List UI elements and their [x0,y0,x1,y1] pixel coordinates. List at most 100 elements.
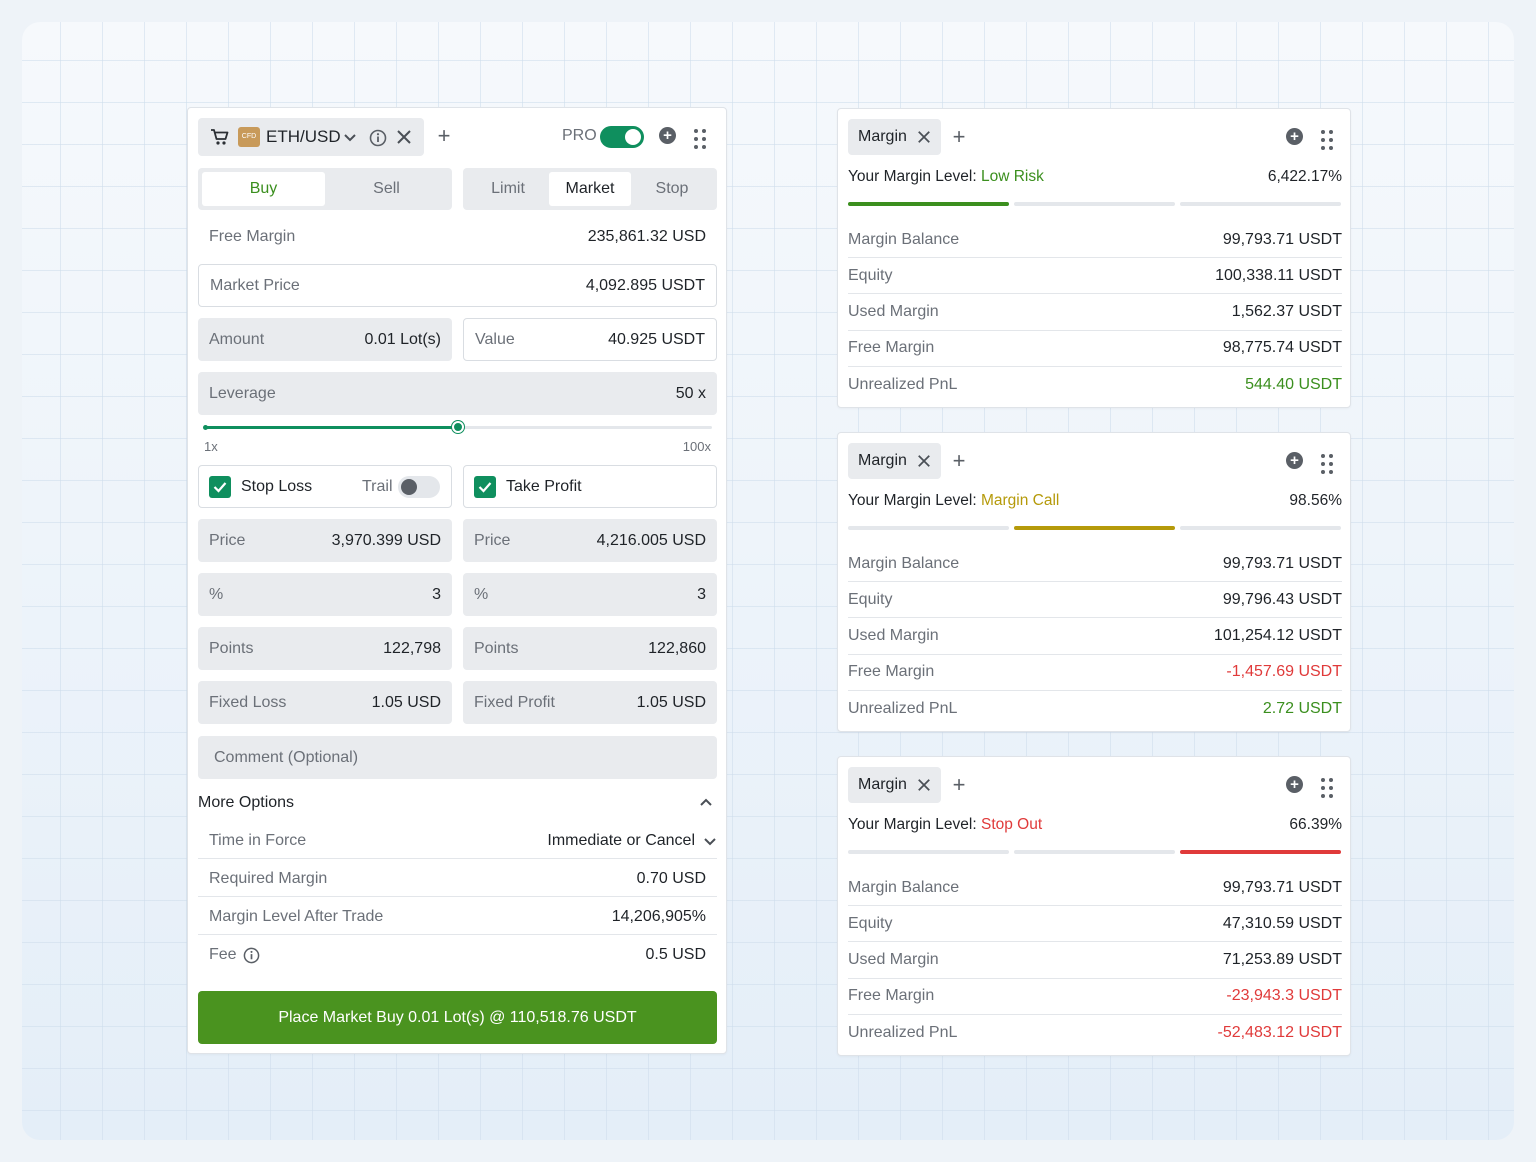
take-profit-toggle-row: Take Profit [463,465,717,508]
close-icon[interactable] [917,454,931,468]
chevron-up-icon[interactable] [699,794,713,812]
margin-level-row: Your Margin Level: Stop Out 66.39% [848,816,1342,834]
tab-sell[interactable]: Sell [325,172,448,206]
order-panel: CFD ETH/USD + PRO + Buy Sell Limit Marke… [187,107,727,1054]
close-icon[interactable] [917,130,931,144]
margin-level-bar-segment [1180,202,1341,206]
tab-stop[interactable]: Stop [631,172,713,206]
margin-stat-row: Free Margin -1,457.69 USDT [848,655,1342,691]
tab-market[interactable]: Market [549,172,631,206]
comment-input[interactable]: Comment (Optional) [198,736,717,779]
stop-loss-percent-label: % [209,585,224,603]
add-widget-icon[interactable]: + [1286,128,1303,145]
drag-handle-icon[interactable] [694,129,706,149]
fixed-loss-field[interactable]: Fixed Loss 1.05 USD [198,681,452,724]
margin-level-row: Your Margin Level: Low Risk 6,422.17% [848,168,1342,186]
place-order-button[interactable]: Place Market Buy 0.01 Lot(s) @ 110,518.7… [198,991,717,1044]
margin-level-bar-segment [1014,202,1175,206]
more-options-header[interactable]: More Options [198,790,717,816]
margin-level-after-trade-row: Margin Level After Trade 14,206,905% [198,899,717,935]
close-icon[interactable] [396,129,412,150]
pro-toggle[interactable] [600,126,644,148]
leverage-slider-track[interactable] [204,421,712,433]
margin-stat-value: 99,796.43 USDT [1222,590,1342,608]
margin-stat-label: Equity [848,266,893,284]
value-label: Value [475,330,515,348]
take-profit-percent-field[interactable]: % 3 [463,573,717,616]
margin-tab[interactable]: Margin [848,443,941,479]
fee-label: Fee [209,946,237,963]
margin-stat-label: Margin Balance [848,554,960,572]
leverage-slider-handle[interactable] [452,421,464,433]
drag-handle-icon[interactable] [1321,130,1333,150]
margin-panel: Margin + + Your Margin Level: Low Risk 6,422… [837,108,1351,408]
margin-tab[interactable]: Margin [848,119,941,155]
pro-label: PRO [562,127,597,144]
margin-stat-row: Margin Balance 99,793.71 USDT [848,222,1342,258]
take-profit-price-field[interactable]: Price 4,216.005 USD [463,519,717,562]
take-profit-price-label: Price [474,531,511,549]
margin-level-bar-segment [1014,850,1175,854]
take-profit-checkbox[interactable] [474,476,496,498]
margin-stat-row: Used Margin 71,253.89 USDT [848,943,1342,979]
time-in-force-row[interactable]: Time in Force Immediate or Cancel [198,823,717,859]
add-symbol-button[interactable]: + [433,123,455,149]
stop-loss-points-field[interactable]: Points 122,798 [198,627,452,670]
add-widget-icon[interactable]: + [659,127,676,144]
fee-row: Fee 0.5 USD [198,937,717,973]
add-tab-button[interactable]: + [948,124,970,150]
margin-stat-row: Equity 100,338.11 USDT [848,258,1342,295]
stop-loss-percent-value: 3 [432,585,441,603]
margin-level-value: 66.39% [1289,816,1342,833]
add-widget-icon[interactable]: + [1286,776,1303,793]
info-icon[interactable] [369,129,387,152]
leverage-field[interactable]: Leverage 50 x [198,372,717,415]
stop-loss-percent-field[interactable]: % 3 [198,573,452,616]
stop-loss-checkbox[interactable] [209,476,231,498]
add-tab-button[interactable]: + [948,772,970,798]
leverage-slider-fill [204,426,458,429]
margin-stat-value: 99,793.71 USDT [1222,554,1342,572]
chevron-down-icon[interactable] [703,836,717,846]
chevron-down-icon[interactable] [343,131,357,149]
drag-handle-icon[interactable] [1321,778,1333,798]
time-in-force-value: Immediate or Cancel [547,831,695,849]
take-profit-percent-label: % [474,585,489,603]
margin-stat-label: Used Margin [848,303,939,321]
margin-stat-row: Margin Balance 99,793.71 USDT [848,546,1342,582]
info-icon[interactable] [243,947,260,964]
free-margin-value: 235,861.32 USD [587,228,706,245]
tab-buy[interactable]: Buy [202,172,325,206]
value-field[interactable]: Value 40.925 USDT [463,318,717,361]
margin-tab[interactable]: Margin [848,767,941,803]
margin-stat-row: Free Margin 98,775.74 USDT [848,331,1342,367]
drag-handle-icon[interactable] [1321,454,1333,474]
margin-stat-label: Margin Balance [848,878,960,896]
margin-level-value: 6,422.17% [1267,168,1342,185]
take-profit-points-field[interactable]: Points 122,860 [463,627,717,670]
margin-tab-label: Margin [858,452,907,469]
margin-level-bar-segment [848,202,1009,206]
margin-stat-value: 2.72 USDT [1262,700,1342,718]
trail-toggle[interactable] [398,476,440,498]
stop-loss-points-label: Points [209,639,254,657]
stop-loss-price-field[interactable]: Price 3,970.399 USD [198,519,452,562]
close-icon[interactable] [917,778,931,792]
fixed-profit-field[interactable]: Fixed Profit 1.05 USD [463,681,717,724]
symbol-tab[interactable]: CFD ETH/USD [198,118,424,156]
fee-value: 0.5 USD [645,946,706,963]
tab-limit[interactable]: Limit [467,172,549,206]
add-tab-button[interactable]: + [948,448,970,474]
take-profit-price-value: 4,216.005 USD [596,531,706,549]
amount-field[interactable]: Amount 0.01 Lot(s) [198,318,452,361]
margin-level-bar-segment [848,850,1009,854]
margin-stat-value: 1,562.37 USDT [1231,303,1342,321]
more-options-label: More Options [198,794,295,811]
market-price-value: 4,092.895 USDT [585,276,705,294]
add-widget-icon[interactable]: + [1286,452,1303,469]
margin-stat-value: 99,793.71 USDT [1222,878,1342,896]
margin-stat-label: Unrealized PnL [848,376,958,394]
stop-loss-points-value: 122,798 [383,639,441,657]
margin-level-bar-segment [1180,526,1341,530]
market-price-field[interactable]: Market Price 4,092.895 USDT [198,264,717,307]
